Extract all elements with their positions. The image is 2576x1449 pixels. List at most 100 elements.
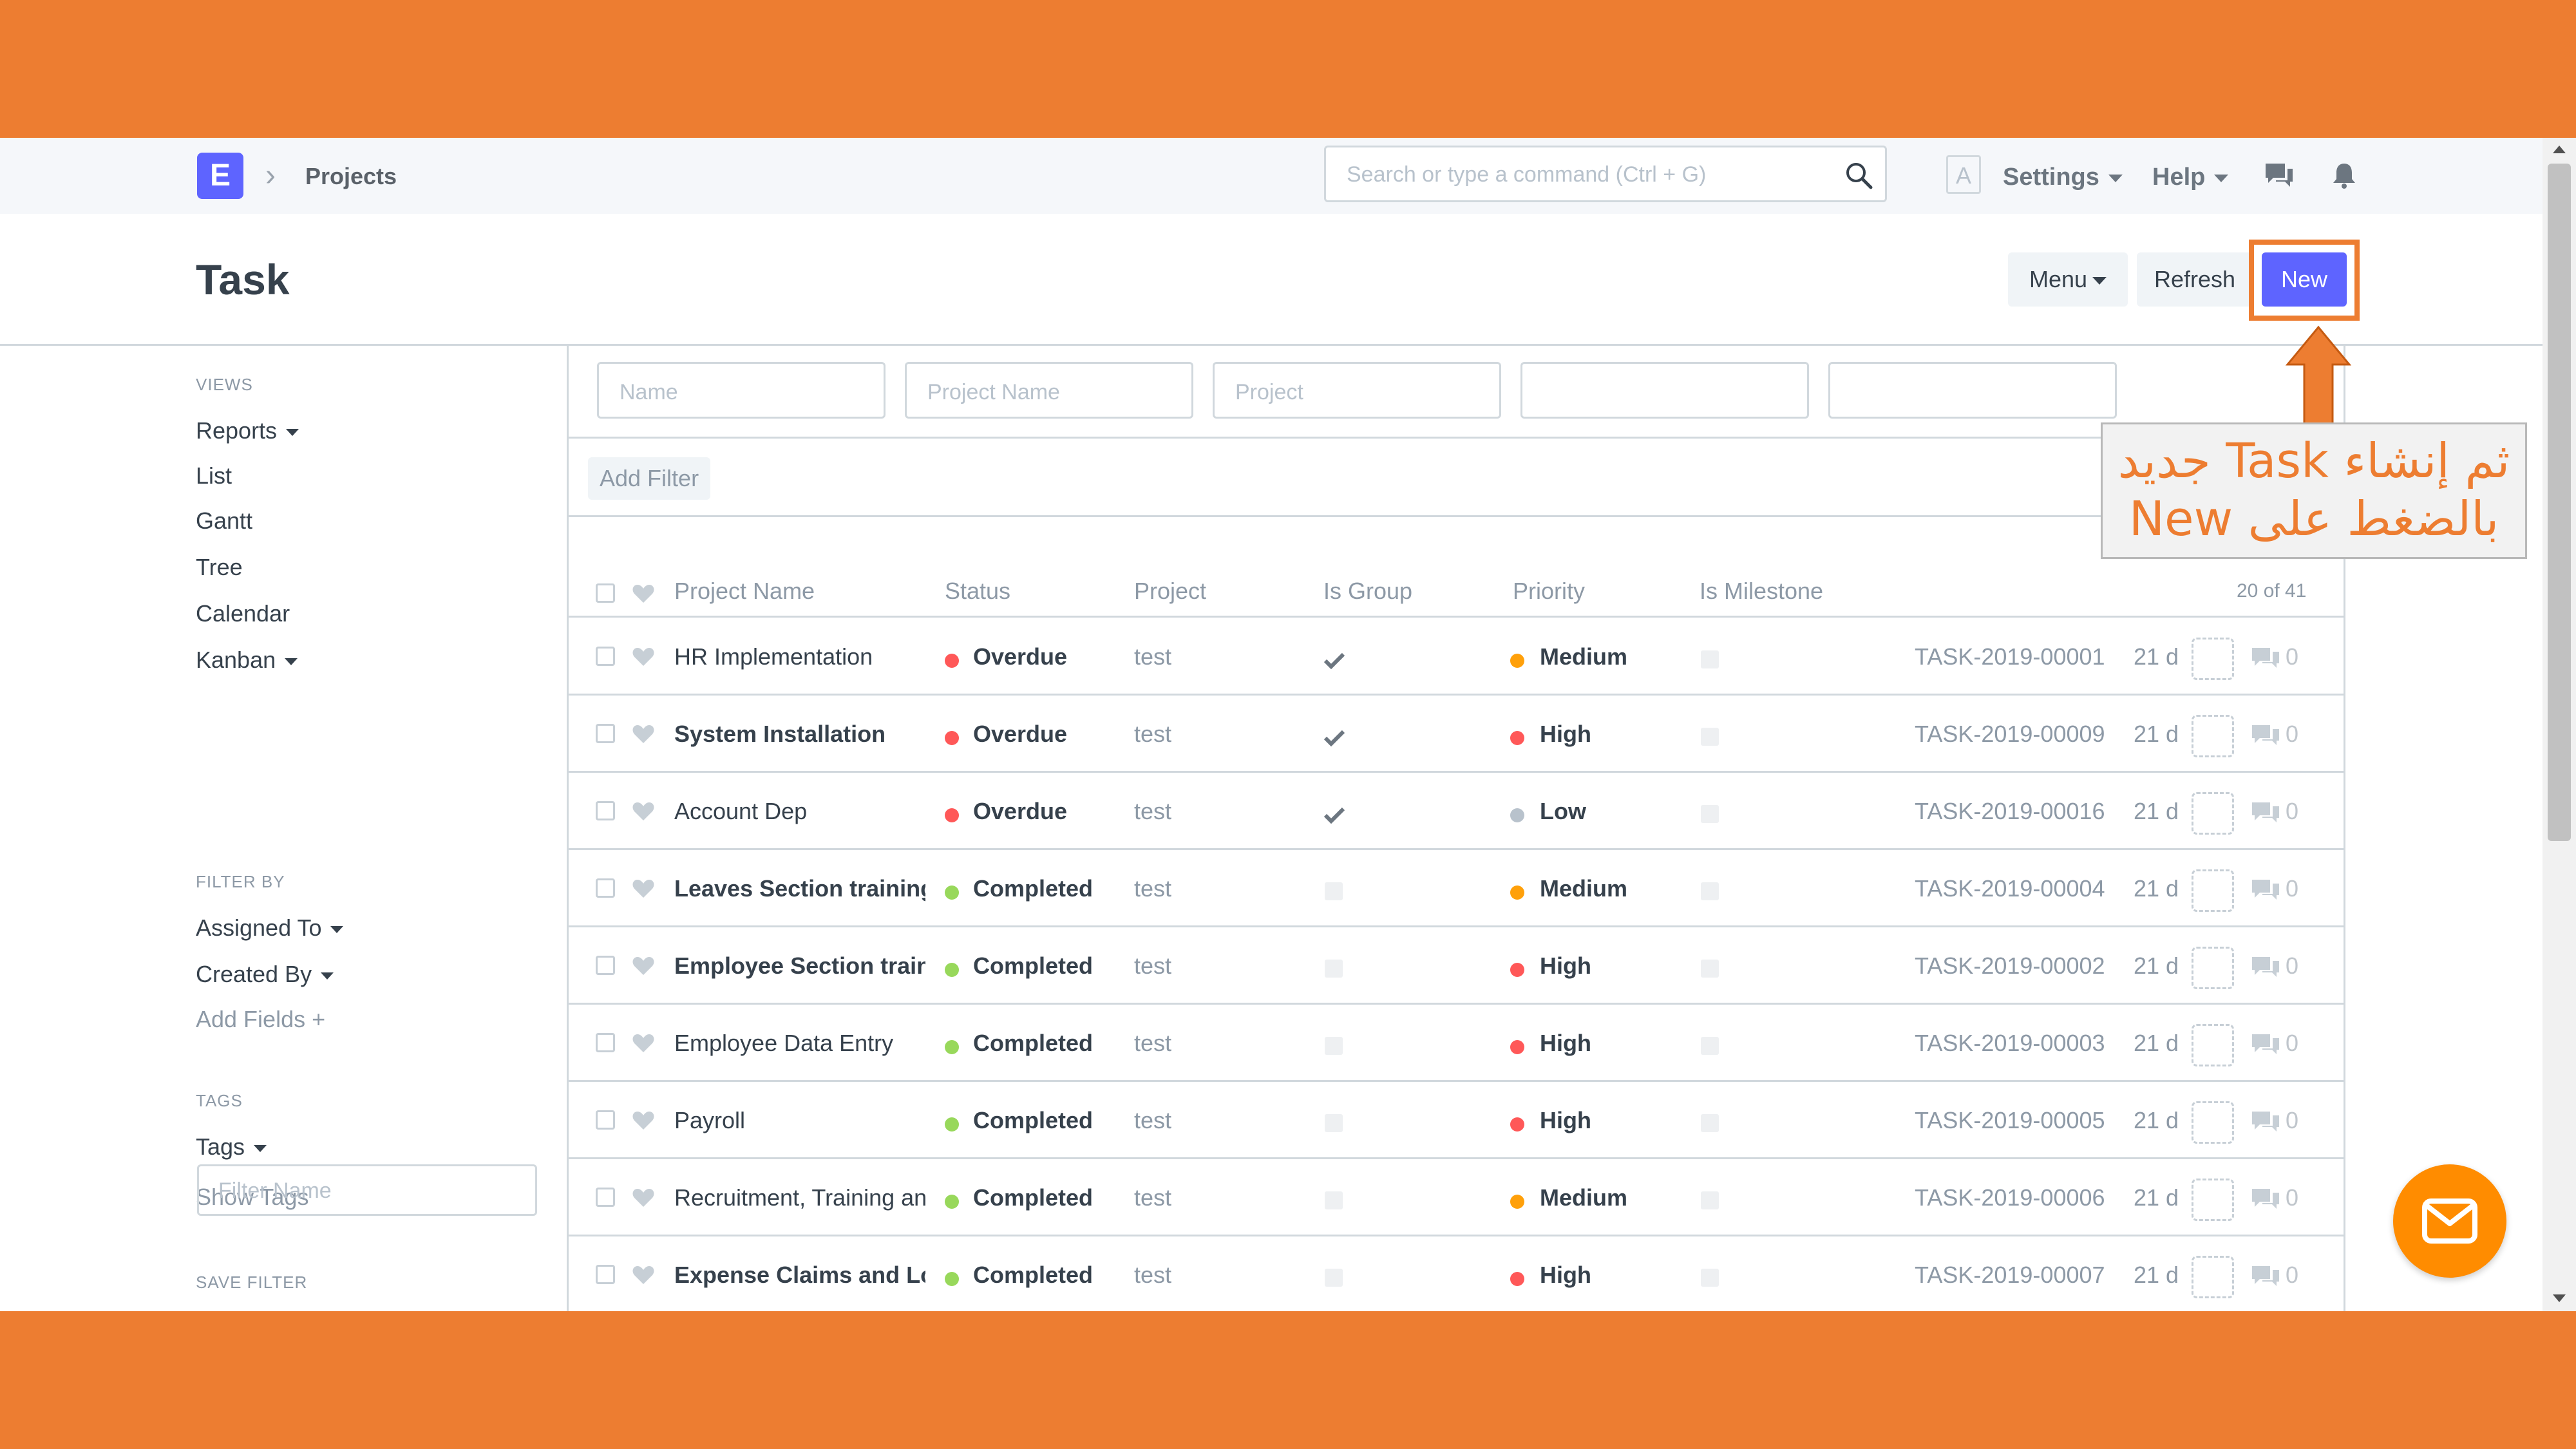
heart-icon[interactable]	[632, 724, 655, 748]
status-indicator[interactable]: Completed	[973, 951, 1093, 981]
help-dropdown[interactable]: Help	[2152, 161, 2229, 193]
table-row[interactable]: Expense Claims and Loans Completed test Hig…	[569, 1236, 2344, 1311]
name-filter-input[interactable]	[618, 377, 866, 408]
select-all-checkbox[interactable]	[596, 583, 615, 603]
task-id[interactable]: TASK-2019-00004	[1915, 873, 2105, 904]
priority-indicator[interactable]: Medium	[1540, 641, 1627, 672]
project-cell[interactable]: test	[1134, 1260, 1171, 1291]
heart-icon[interactable]	[632, 1110, 655, 1134]
task-name[interactable]: Leaves Section training	[674, 873, 925, 904]
add-fields-link[interactable]: Add Fields +	[196, 1005, 325, 1034]
sidebar-filter-assigned-to[interactable]: Assigned To	[196, 913, 344, 943]
assign-avatar-placeholder[interactable]	[2192, 792, 2234, 835]
column-header-status[interactable]: Status	[945, 576, 1010, 607]
heart-icon[interactable]	[632, 583, 655, 607]
project-name-filter[interactable]	[905, 362, 1193, 419]
row-checkbox[interactable]	[596, 1033, 615, 1052]
refresh-button[interactable]: Refresh	[2137, 252, 2253, 307]
breadcrumb-projects[interactable]: Projects	[305, 160, 397, 193]
sidebar-tags-dropdown[interactable]: Tags	[196, 1132, 267, 1162]
table-row[interactable]: System Installation Overdue test High TASK-2…	[569, 696, 2344, 773]
status-indicator[interactable]: Completed	[973, 873, 1093, 904]
search-input[interactable]	[1345, 158, 1837, 191]
status-indicator[interactable]: Overdue	[973, 641, 1067, 672]
project-name-filter-input[interactable]	[926, 377, 1173, 408]
row-checkbox[interactable]	[596, 878, 615, 898]
table-row[interactable]: Employee Data Entry Completed test High TASK…	[569, 1005, 2344, 1082]
task-id[interactable]: TASK-2019-00006	[1915, 1182, 2105, 1213]
assign-avatar-placeholder[interactable]	[2192, 1256, 2234, 1298]
assign-avatar-placeholder[interactable]	[2192, 1024, 2234, 1066]
task-name[interactable]: Expense Claims and Loans	[674, 1260, 925, 1291]
project-cell[interactable]: test	[1134, 1105, 1171, 1136]
project-cell[interactable]: test	[1134, 951, 1171, 981]
app-logo[interactable]: E	[197, 153, 243, 199]
row-checkbox[interactable]	[596, 1110, 615, 1130]
sidebar-item-kanban[interactable]: Kanban	[196, 645, 298, 675]
search-bar[interactable]	[1324, 146, 1887, 202]
priority-indicator[interactable]: High	[1540, 1105, 1591, 1136]
task-id[interactable]: TASK-2019-00001	[1915, 641, 2105, 672]
status-filter-input[interactable]	[1542, 377, 1789, 408]
status-indicator[interactable]: Overdue	[973, 796, 1067, 827]
task-id[interactable]: TASK-2019-00002	[1915, 951, 2105, 981]
table-row[interactable]: Leaves Section training Completed test Medi…	[569, 850, 2344, 927]
filter-name-field[interactable]	[197, 1164, 537, 1216]
table-row[interactable]: Employee Section train Completed test High T…	[569, 927, 2344, 1005]
project-filter[interactable]	[1213, 362, 1501, 419]
table-row[interactable]: Recruitment, Training and Completed test Me…	[569, 1159, 2344, 1236]
heart-icon[interactable]	[632, 1265, 655, 1289]
status-indicator[interactable]: Completed	[973, 1182, 1093, 1213]
filter-name-input[interactable]	[217, 1175, 522, 1206]
project-cell[interactable]: test	[1134, 796, 1171, 827]
chat-support-button[interactable]	[2393, 1164, 2506, 1278]
assign-avatar-placeholder[interactable]	[2192, 715, 2234, 757]
priority-indicator[interactable]: Low	[1540, 796, 1586, 827]
heart-icon[interactable]	[632, 801, 655, 825]
priority-filter-input[interactable]	[1850, 377, 2097, 408]
scrollbar[interactable]	[2543, 138, 2576, 1311]
task-name[interactable]: Payroll	[674, 1105, 925, 1136]
column-header-project[interactable]: Project	[1134, 576, 1206, 607]
sidebar-item-reports[interactable]: Reports	[196, 416, 299, 446]
column-header-priority[interactable]: Priority	[1513, 576, 1585, 607]
task-name[interactable]: Employee Data Entry	[674, 1028, 925, 1059]
status-indicator[interactable]: Completed	[973, 1260, 1093, 1291]
task-id[interactable]: TASK-2019-00005	[1915, 1105, 2105, 1136]
search-icon[interactable]	[1844, 160, 1873, 193]
row-checkbox[interactable]	[596, 647, 615, 666]
bell-icon[interactable]	[2331, 161, 2357, 193]
priority-indicator[interactable]: High	[1540, 1028, 1591, 1059]
project-cell[interactable]: test	[1134, 719, 1171, 750]
priority-indicator[interactable]: High	[1540, 951, 1591, 981]
column-header-is-group[interactable]: Is Group	[1323, 576, 1412, 607]
row-checkbox[interactable]	[596, 956, 615, 975]
task-id[interactable]: TASK-2019-00009	[1915, 719, 2105, 750]
row-checkbox[interactable]	[596, 801, 615, 820]
priority-indicator[interactable]: Medium	[1540, 873, 1627, 904]
task-id[interactable]: TASK-2019-00003	[1915, 1028, 2105, 1059]
task-name[interactable]: HR Implementation	[674, 641, 925, 672]
sidebar-item-calendar[interactable]: Calendar	[196, 599, 290, 629]
task-id[interactable]: TASK-2019-00007	[1915, 1260, 2105, 1291]
priority-indicator[interactable]: Medium	[1540, 1182, 1627, 1213]
priority-indicator[interactable]: High	[1540, 719, 1591, 750]
chat-icon[interactable]	[2263, 161, 2295, 193]
row-checkbox[interactable]	[596, 1265, 615, 1284]
assign-avatar-placeholder[interactable]	[2192, 1101, 2234, 1144]
add-filter-button[interactable]: Add Filter	[588, 457, 711, 500]
scrollbar-thumb[interactable]	[2548, 164, 2571, 841]
column-header-project-name[interactable]: Project Name	[674, 576, 815, 607]
sidebar-item-tree[interactable]: Tree	[196, 553, 243, 582]
status-filter[interactable]	[1520, 362, 1809, 419]
task-name[interactable]: Recruitment, Training and	[674, 1182, 925, 1213]
scroll-down-icon[interactable]	[2553, 1294, 2566, 1302]
task-id[interactable]: TASK-2019-00016	[1915, 796, 2105, 827]
sidebar-filter-created-by[interactable]: Created By	[196, 960, 334, 989]
heart-icon[interactable]	[632, 1033, 655, 1057]
task-name[interactable]: Account Dep	[674, 796, 925, 827]
table-row[interactable]: HR Implementation Overdue test Medium TASK-2…	[569, 618, 2344, 696]
task-name[interactable]: Employee Section train	[674, 951, 925, 981]
table-row[interactable]: Payroll Completed test High TASK-2019-00005 2…	[569, 1082, 2344, 1159]
column-header-is-milestone[interactable]: Is Milestone	[1700, 576, 1823, 607]
